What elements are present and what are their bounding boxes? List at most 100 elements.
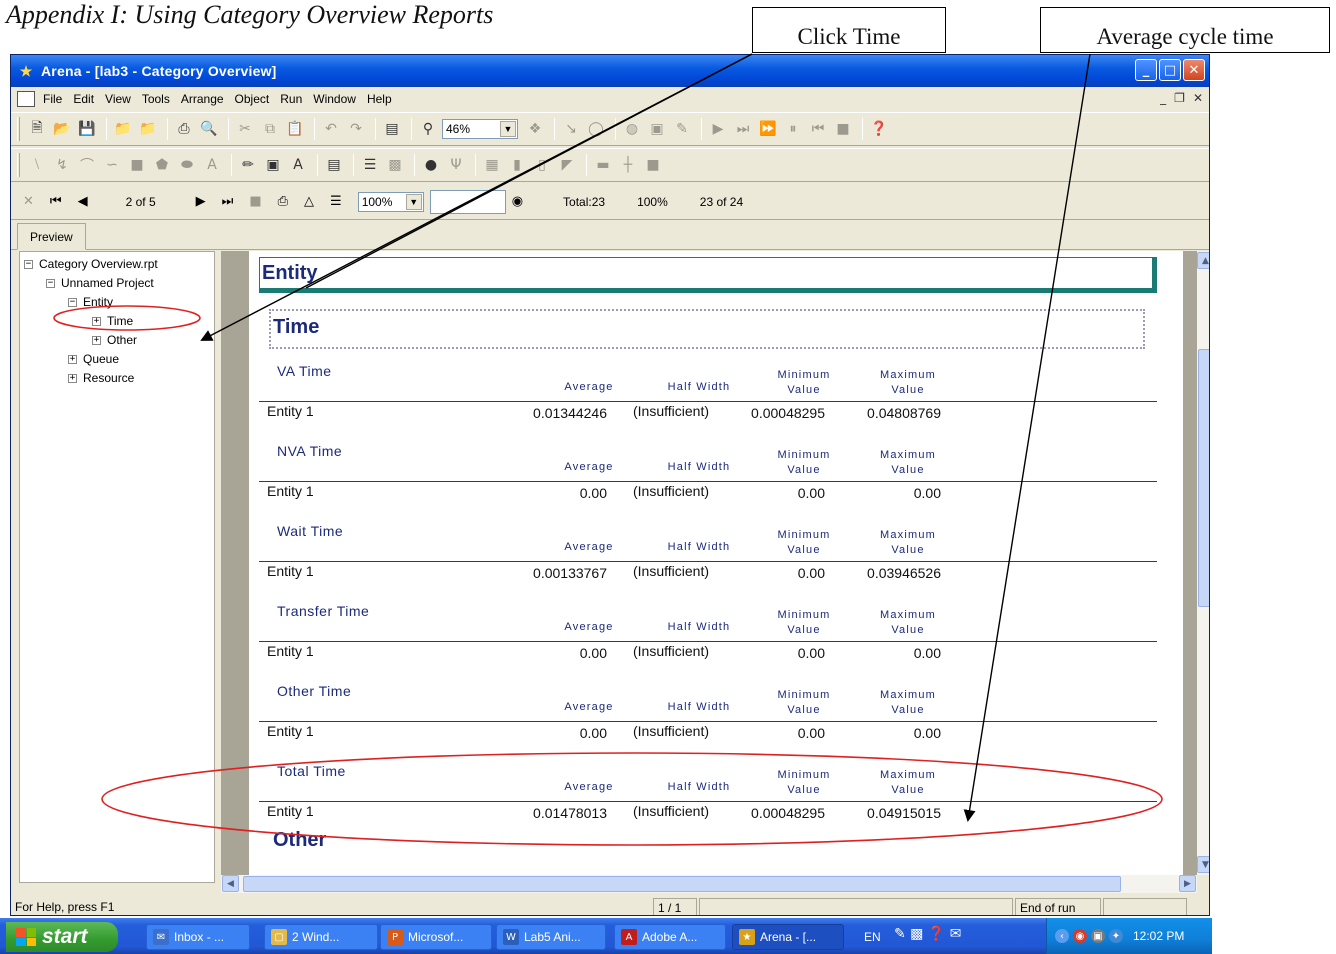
toolbar-grip[interactable] [17,117,20,141]
mdi-close-icon[interactable]: ✕ [1193,91,1203,105]
undo-icon[interactable]: ↶ [320,118,342,140]
redo-icon[interactable]: ↷ [345,118,367,140]
template-detach-icon[interactable]: 📁 [137,118,159,140]
collapse-icon[interactable]: − [68,297,77,307]
layers-icon[interactable]: ❖ [524,118,546,140]
search-text-input[interactable] [429,189,506,214]
copy-icon[interactable]: ⧉ [259,118,281,140]
plot-icon[interactable]: ◤ [556,154,578,176]
view-icon[interactable]: ▣ [646,118,668,140]
text-color-icon[interactable]: A [287,154,309,176]
template-attach-icon[interactable]: 📁 [112,118,134,140]
tree-node-entity[interactable]: − Entity [68,295,113,309]
expand-icon[interactable]: + [92,335,101,345]
print-report-icon[interactable]: ⎙ [278,194,288,209]
tree-node-resource[interactable]: + Resource [68,371,134,385]
quicklaunch-icons[interactable]: ✎ ▩ ❓ ✉ [894,926,961,942]
line-icon[interactable]: ⧵ [26,154,48,176]
mdi-restore-icon[interactable]: ❐ [1174,91,1185,105]
window-background-icon[interactable]: ▤ [323,154,345,176]
print-preview-icon[interactable]: 🔍 [198,118,220,140]
zoom-select[interactable]: 46% ▼ [442,119,518,139]
close-button[interactable]: ✕ [1183,59,1205,81]
zoom-icon[interactable]: ⚲ [417,118,439,140]
taskbar-clock[interactable]: 12:02 PM [1133,929,1184,943]
animate-icon[interactable]: ● [420,154,442,176]
taskbar-button-windows-group[interactable]: ▢ 2 Wind... [264,924,378,950]
menu-run[interactable]: Run [280,92,302,106]
expand-icon[interactable]: + [68,373,77,383]
scroll-left-icon[interactable]: ◀ [222,875,239,892]
menu-edit[interactable]: Edit [73,92,94,106]
print-icon[interactable]: ⎙ [173,118,195,140]
scroll-up-icon[interactable]: ▲ [1197,252,1209,269]
horizontal-scroll-thumb[interactable] [243,876,1121,892]
variable-icon[interactable]: Ψ [445,154,467,176]
ellipse-icon[interactable]: ⬬ [176,154,198,176]
run-pause-icon[interactable]: ⏸ [782,118,804,140]
start-button[interactable]: start [6,922,118,952]
export-icon[interactable]: △ [304,194,314,209]
vertical-scroll-thumb[interactable] [1198,349,1209,607]
taskbar-button-inbox[interactable]: ✉ Inbox - ... [146,924,250,950]
tab-preview[interactable]: Preview [17,223,86,250]
line-width-icon[interactable]: ☰ [359,154,381,176]
minimize-button[interactable]: _ [1135,59,1157,81]
menu-view[interactable]: View [105,92,131,106]
context-help-icon[interactable]: ❓ [868,118,890,140]
first-page-icon[interactable]: ⏮ [50,194,62,209]
menu-object[interactable]: Object [235,92,270,106]
collapse-icon[interactable]: − [46,278,55,288]
open-folder-icon[interactable]: 📂 [51,118,73,140]
scroll-down-icon[interactable]: ▼ [1197,856,1209,873]
arc-icon[interactable]: ⌒ [76,154,98,176]
tray-satellite-icon[interactable]: ✦ [1109,929,1123,943]
level-icon[interactable]: ▮ [506,154,528,176]
histogram-icon[interactable]: ▯ [531,154,553,176]
run-step-icon[interactable]: ⏭ [732,118,754,140]
screen-icon[interactable]: ▤ [381,118,403,140]
polyline-icon[interactable]: ↯ [51,154,73,176]
tree-node-report[interactable]: − Category Overview.rpt [24,257,158,271]
paste-icon[interactable]: 📋 [284,118,306,140]
station-icon[interactable]: ◯ [585,118,607,140]
toggle-tree-icon[interactable]: ☰ [330,194,342,209]
toolbar-grip[interactable] [17,153,20,177]
storage-icon[interactable]: ■ [642,154,664,176]
next-page-icon[interactable]: ▶ [196,194,206,209]
language-indicator[interactable]: EN [864,930,881,944]
menu-file[interactable]: File [43,92,62,106]
stop-icon[interactable]: ■ [249,194,261,209]
menu-arrange[interactable]: Arrange [181,92,224,106]
tree-node-project[interactable]: − Unnamed Project [46,276,154,290]
tree-node-time[interactable]: + Time [92,314,133,328]
tray-security-icon[interactable]: ◉ [1073,929,1087,943]
taskbar-button-adobe[interactable]: A Adobe A... [614,924,726,950]
clock-icon[interactable]: ▦ [481,154,503,176]
tray-network-icon[interactable]: ▣ [1091,929,1105,943]
line-color-icon[interactable]: ✏ [237,154,259,176]
taskbar-button-lab5[interactable]: W Lab5 Ani... [496,924,606,950]
run-fast-forward-icon[interactable]: ⏩ [757,118,779,140]
tree-node-other[interactable]: + Other [92,333,137,347]
new-file-icon[interactable]: 🗎 [26,118,48,140]
collapse-icon[interactable]: − [24,259,33,269]
last-page-icon[interactable]: ⏭ [222,194,234,209]
taskbar-button-microsoft[interactable]: P Microsof... [380,924,492,950]
bezier-icon[interactable]: ∽ [101,154,123,176]
menu-window[interactable]: Window [313,92,356,106]
fill-color-icon[interactable]: ▣ [262,154,284,176]
tag-icon[interactable]: ✎ [671,118,693,140]
run-go-icon[interactable]: ▶ [707,118,729,140]
run-end-icon[interactable]: ■ [832,118,854,140]
horizontal-scrollbar[interactable]: ◀ ▶ [221,875,1197,893]
route-icon[interactable]: ┼ [617,154,639,176]
save-icon[interactable]: 💾 [76,118,98,140]
cut-icon[interactable]: ✂ [234,118,256,140]
expand-icon[interactable]: + [68,354,77,364]
taskbar-button-arena[interactable]: ★ Arena - [... [732,924,844,950]
submodel-icon[interactable]: ◍ [621,118,643,140]
chevron-down-icon[interactable]: ▼ [500,121,516,137]
mdi-minimize-icon[interactable]: _ [1160,91,1166,105]
vertical-scrollbar[interactable]: ▲ ▼ [1197,251,1209,875]
